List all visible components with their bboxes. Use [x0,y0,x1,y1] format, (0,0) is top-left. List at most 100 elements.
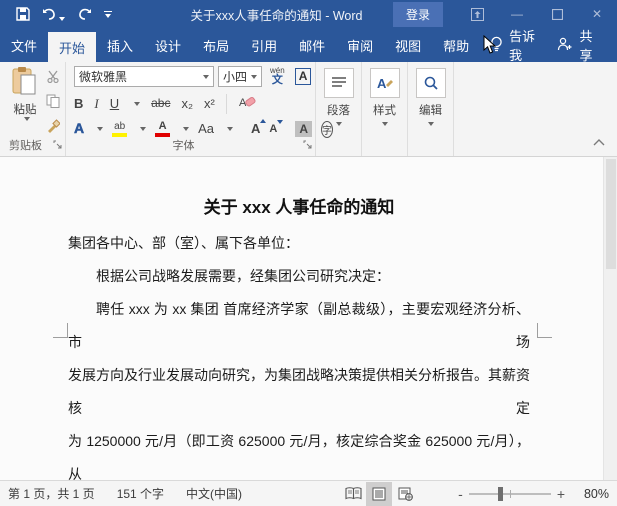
font-size-combo[interactable]: 小四 [218,66,262,87]
font-name-dropdown-icon [203,75,209,79]
paragraph-icon [324,68,354,98]
status-bar: 第 1 页，共 1 页 151 个字 中文(中国) - + 80% [0,480,617,506]
bold-button[interactable]: B [74,97,83,111]
tab-help[interactable]: 帮助 [432,28,480,62]
zoom-in-button[interactable]: + [551,486,571,502]
redo-button[interactable] [77,8,92,21]
copy-icon[interactable] [46,94,60,111]
mouse-cursor [483,35,497,58]
svg-text:A: A [377,76,387,91]
share-label: 共享 [579,26,595,64]
undo-button[interactable] [42,8,65,21]
underline-dropdown-icon[interactable] [134,102,140,106]
font-color-button[interactable]: A [155,121,170,137]
window-title: 关于xxx人事任命的通知 - Word [160,5,393,24]
character-shading-button[interactable]: A [295,121,312,137]
document-content: 关于 xxx 人事任命的通知 集团各中心、部（室）、属下各单位： 根据公司战略发… [68,157,530,480]
title-bar: 关于xxx人事任命的通知 - Word 登录 — ✕ [0,0,617,28]
zoom-level[interactable]: 80% [571,487,609,501]
ribbon-display-options-icon[interactable] [457,0,497,28]
document-line: 集团各中心、部（室）、属下各单位： [68,227,530,260]
margin-cropmark-topleft [53,323,68,338]
document-title: 关于 xxx 人事任命的通知 [68,193,530,218]
styles-dropdown-icon [382,122,388,126]
vertical-scrollbar[interactable] [603,157,617,480]
clipboard-group-label: 剪贴板 [0,137,51,153]
read-mode-icon[interactable] [340,482,366,506]
document-line: 聘任 xxx 为 xx 集团 首席经济学家（副总裁级），主要宏观经济分析、市场 [68,293,530,359]
print-layout-icon[interactable] [366,482,392,506]
character-border-icon[interactable]: A [295,68,312,85]
highlight-color-button[interactable]: ab [112,122,127,137]
font-color-dropdown-icon[interactable] [183,127,189,131]
tab-insert[interactable]: 插入 [96,28,144,62]
cut-icon[interactable] [46,70,60,86]
change-case-button[interactable]: Aa [198,122,214,136]
editing-group-collapsed[interactable]: 编辑 [408,62,454,156]
scrollbar-thumb[interactable] [606,159,616,269]
text-effects-dropdown-icon[interactable] [97,127,103,131]
paragraph-group-label: 段落 [327,102,350,118]
font-dialog-launcher-icon[interactable] [303,138,312,152]
font-name-combo[interactable]: 微软雅黑 [74,66,214,87]
clear-formatting-icon[interactable]: A [238,95,258,114]
customize-quick-access-icon[interactable] [104,11,112,18]
font-name-value: 微软雅黑 [79,68,127,85]
clipboard-dialog-launcher-icon[interactable] [53,138,62,152]
grow-font-button[interactable]: A [251,122,260,136]
tab-design[interactable]: 设计 [144,28,192,62]
shrink-font-button[interactable]: A [269,123,277,135]
tell-me-label: 告诉我 [509,26,535,64]
page-indicator[interactable]: 第 1 页，共 1 页 [8,485,95,502]
highlight-dropdown-icon[interactable] [140,127,146,131]
underline-button[interactable]: U [110,97,119,111]
tab-view[interactable]: 视图 [384,28,432,62]
undo-dropdown-icon[interactable] [59,17,65,21]
format-painter-icon[interactable] [46,119,60,136]
tab-layout[interactable]: 布局 [192,28,240,62]
paste-dropdown-icon[interactable] [24,117,30,121]
strikethrough-button[interactable]: abc [151,97,170,110]
editing-group-label: 编辑 [419,102,442,118]
search-icon [416,68,446,98]
subscript-button[interactable]: x₂ [181,97,193,111]
save-icon[interactable] [16,7,30,21]
font-group: 微软雅黑 小四 wén 文 A B I U abc x₂ x² A [66,62,316,156]
share-button[interactable]: 共享 [545,28,607,62]
word-count[interactable]: 151 个字 [117,485,164,502]
phonetic-guide-icon[interactable]: wén 文 [270,67,285,86]
tab-file[interactable]: 文件 [0,28,48,62]
superscript-button[interactable]: x² [204,97,215,111]
tab-mailings[interactable]: 邮件 [288,28,336,62]
zoom-slider[interactable] [469,493,551,495]
text-effects-button[interactable]: A [74,121,84,136]
styles-group-collapsed[interactable]: A 样式 [362,62,408,156]
document-line: 发展方向及行业发展动向研究，为集团战略决策提供相关分析报告。其薪资核定 [68,359,530,425]
zoom-slider-handle[interactable] [498,487,503,501]
window-controls: — ✕ [457,0,617,28]
paste-button[interactable]: 粘贴 [6,66,44,121]
clipboard-group: 粘贴 剪贴板 [0,62,66,156]
close-button[interactable]: ✕ [577,0,617,28]
paragraph-group-collapsed[interactable]: 段落 [316,62,362,156]
paragraph-dropdown-icon [336,122,342,126]
tab-home[interactable]: 开始 [48,32,96,62]
document-page[interactable]: 关于 xxx 人事任命的通知 集团各中心、部（室）、属下各单位： 根据公司战略发… [0,157,617,480]
margin-cropmark-topright [537,323,552,338]
tab-review[interactable]: 审阅 [336,28,384,62]
styles-icon: A [370,68,400,98]
change-case-dropdown-icon[interactable] [227,127,233,131]
ribbon-tab-bar: 文件 开始 插入 设计 布局 引用 邮件 审阅 视图 帮助 告诉我 共享 [0,28,617,62]
font-size-dropdown-icon [251,75,257,79]
collapse-ribbon-icon[interactable] [593,136,605,150]
minimize-button[interactable]: — [497,0,537,28]
editing-dropdown-icon [428,122,434,126]
zoom-out-button[interactable]: - [452,486,469,502]
sign-in-button[interactable]: 登录 [393,2,443,27]
language-indicator[interactable]: 中文(中国) [186,485,242,502]
web-layout-icon[interactable] [392,482,418,506]
tab-references[interactable]: 引用 [240,28,288,62]
maximize-button[interactable] [537,0,577,28]
italic-button[interactable]: I [94,97,98,111]
ribbon: 粘贴 剪贴板 微软雅黑 小四 [0,62,617,157]
